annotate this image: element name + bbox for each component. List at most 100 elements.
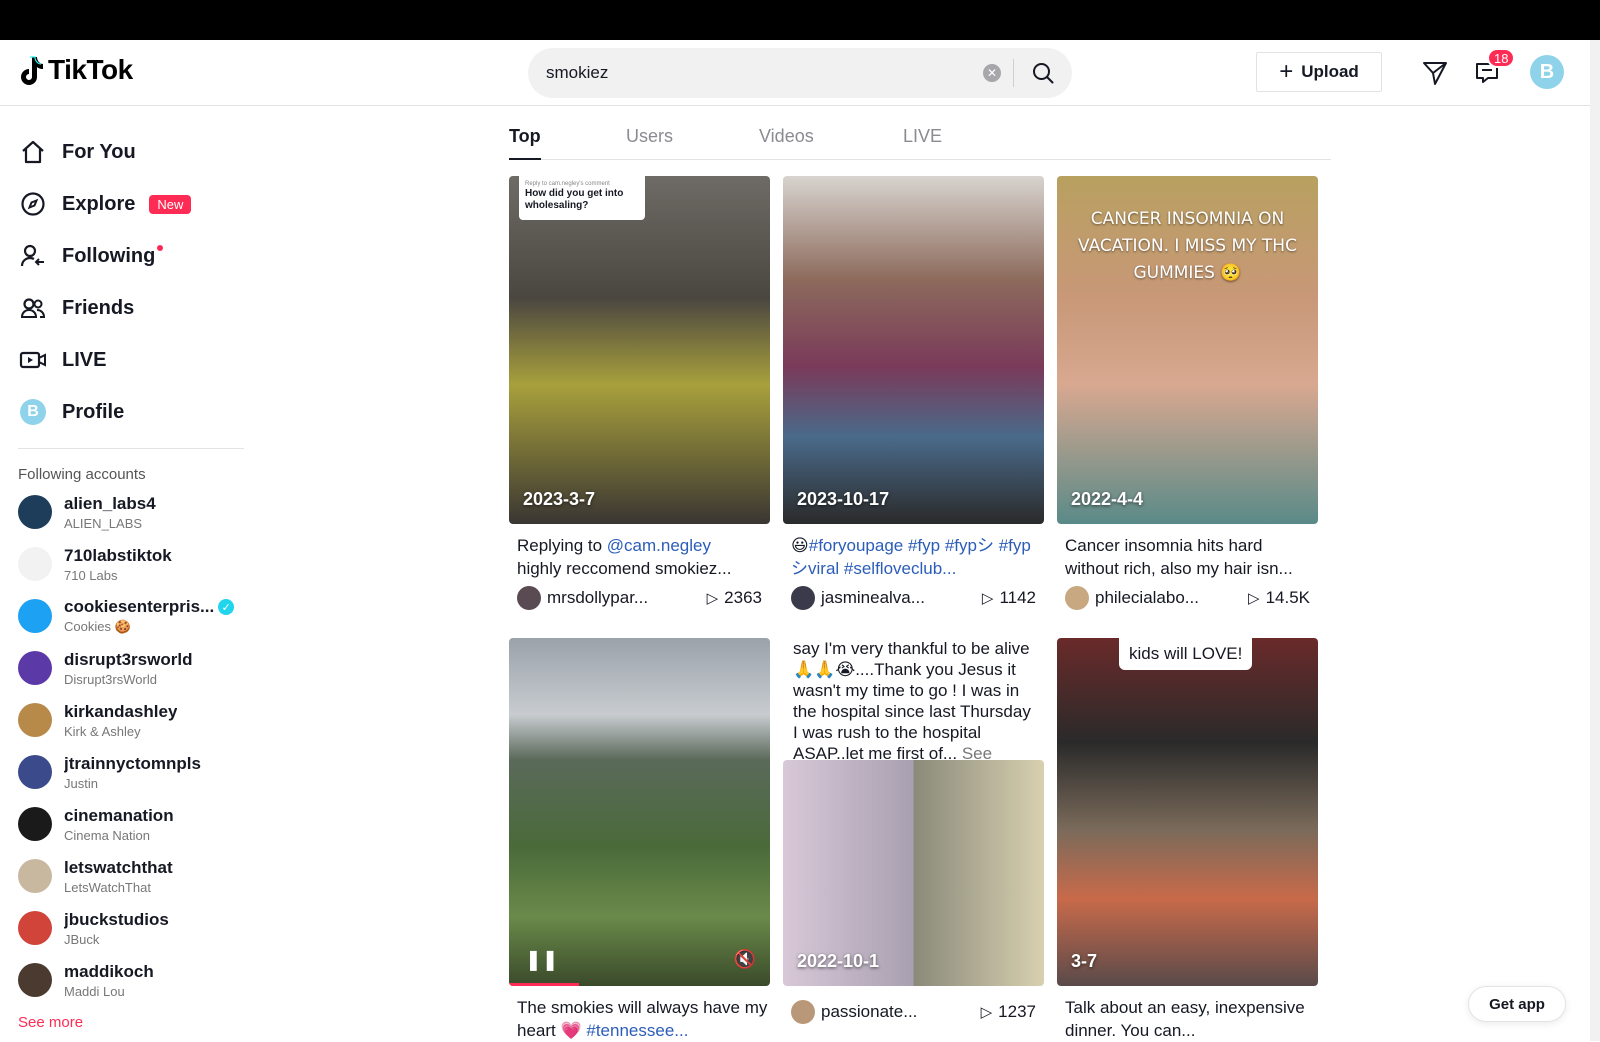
- video-thumbnail[interactable]: 2022-10-1: [783, 760, 1044, 986]
- see-more-link[interactable]: See more: [18, 1014, 83, 1031]
- account-name: kirkandashley: [64, 701, 178, 721]
- caption-mention[interactable]: @cam.negley: [607, 536, 711, 555]
- video-card[interactable]: ❚❚ 🔇 The smokies will always have my hea…: [509, 638, 770, 1042]
- photo-post-text[interactable]: say I'm very thankful to be alive 🙏🙏😭...…: [783, 638, 1044, 760]
- video-thumbnail[interactable]: Reply to cam.negley's comment How did yo…: [509, 176, 770, 524]
- account-sub: Cookies 🍪: [64, 619, 131, 634]
- account-avatar: [18, 807, 52, 841]
- video-card[interactable]: CANCER INSOMNIA ON VACATION. I MISS MY T…: [1057, 176, 1318, 610]
- search-input[interactable]: smokiez: [528, 63, 983, 83]
- video-progress-bar[interactable]: [509, 983, 579, 986]
- video-card[interactable]: kids will LOVE! 3-7 Talk about an easy, …: [1057, 638, 1318, 1042]
- nav-explore[interactable]: Explore New: [18, 184, 192, 224]
- account-sub: 710 Labs: [64, 567, 118, 583]
- account-sub: LetsWatchThat: [64, 879, 151, 895]
- logo-text: TikTok: [48, 54, 133, 85]
- video-caption[interactable]: The smokies will always have my heart 💗 …: [509, 996, 770, 1042]
- account-avatar: [18, 755, 52, 789]
- view-count: 1237: [998, 1002, 1036, 1021]
- account-avatar: [18, 599, 52, 633]
- video-card[interactable]: 2023-10-17 😃#foryoupage #fyp #fypシ #fypシ…: [783, 176, 1044, 610]
- video-thumbnail[interactable]: ❚❚ 🔇: [509, 638, 770, 986]
- author-avatar[interactable]: [791, 586, 815, 610]
- video-caption[interactable]: Replying to @cam.negley highly reccomend…: [509, 534, 770, 580]
- search-button[interactable]: [1014, 48, 1072, 98]
- reply-comment-bubble: Reply to cam.negley's comment How did yo…: [519, 176, 645, 220]
- account-name: maddikoch: [64, 961, 154, 981]
- page-scrollbar[interactable]: [1590, 40, 1600, 1041]
- upload-button[interactable]: + Upload: [1256, 52, 1382, 92]
- account-item[interactable]: 710labstiktok 710 Labs: [18, 542, 258, 586]
- clear-icon[interactable]: ✕: [983, 64, 1001, 82]
- account-sub: Justin: [64, 775, 98, 791]
- nav-live[interactable]: LIVE: [18, 340, 106, 380]
- account-item[interactable]: disrupt3rsworld Disrupt3rsWorld: [18, 646, 258, 690]
- video-thumbnail[interactable]: CANCER INSOMNIA ON VACATION. I MISS MY T…: [1057, 176, 1318, 524]
- tab-users[interactable]: Users: [626, 126, 673, 147]
- author-avatar[interactable]: [791, 1000, 815, 1024]
- nav-profile[interactable]: B Profile: [18, 392, 124, 432]
- account-avatar: [18, 911, 52, 945]
- tiktok-note-icon: [21, 56, 43, 85]
- search-bar[interactable]: smokiez ✕: [528, 48, 1072, 98]
- pause-icon[interactable]: ❚❚: [525, 947, 559, 972]
- send-icon[interactable]: [1420, 58, 1450, 88]
- user-avatar[interactable]: B: [1530, 55, 1564, 89]
- account-sub: JBuck: [64, 931, 100, 947]
- account-avatar: [18, 547, 52, 581]
- video-date: 2023-10-17: [797, 489, 890, 509]
- view-count: 14.5K: [1265, 588, 1310, 607]
- nav-for-you[interactable]: For You: [18, 132, 136, 172]
- nav-label: Following: [62, 244, 156, 267]
- account-item[interactable]: maddikoch Maddi Lou: [18, 958, 258, 1002]
- sidebar: For You Explore New Following Friends LI…: [0, 106, 250, 1041]
- profile-avatar: B: [20, 399, 46, 425]
- get-app-button[interactable]: Get app: [1468, 986, 1566, 1022]
- video-date: 3-7: [1071, 951, 1098, 971]
- device-top-bar: [0, 0, 1600, 40]
- view-count: 1142: [999, 588, 1036, 607]
- video-date: 2022-10-1: [797, 951, 880, 971]
- post-text: say I'm very thankful to be alive 🙏🙏😭...…: [793, 639, 1031, 760]
- video-date: 2022-4-4: [1071, 489, 1144, 509]
- account-item[interactable]: kirkandashley Kirk & Ashley: [18, 698, 258, 742]
- tab-live[interactable]: LIVE: [903, 126, 942, 147]
- video-thumbnail[interactable]: kids will LOVE! 3-7: [1057, 638, 1318, 986]
- compass-icon: [18, 189, 48, 219]
- account-item[interactable]: cinemanation Cinema Nation: [18, 802, 258, 846]
- tab-videos[interactable]: Videos: [759, 126, 814, 147]
- following-accounts-title: Following accounts: [18, 466, 146, 483]
- author-name[interactable]: jasminealva...: [821, 588, 925, 608]
- account-item[interactable]: jtrainnyctomnpls Justin: [18, 750, 258, 794]
- video-caption[interactable]: 😃#foryoupage #fyp #fypシ #fypシviral #self…: [783, 534, 1044, 580]
- tiktok-logo[interactable]: TikTok: [18, 54, 133, 86]
- author-name[interactable]: philecialabo...: [1095, 588, 1199, 608]
- video-card[interactable]: say I'm very thankful to be alive 🙏🙏😭...…: [783, 638, 1044, 1024]
- nav-label: LIVE: [62, 348, 107, 371]
- author-name[interactable]: passionate...: [821, 1002, 917, 1022]
- caption-hashtags[interactable]: #foryoupage #fyp #fypシ #fypシviral #selfl…: [791, 536, 1031, 578]
- tab-top[interactable]: Top: [509, 126, 541, 147]
- account-item[interactable]: alien_labs4 ALIEN_LABS: [18, 490, 258, 534]
- profile-avatar-icon: B: [18, 397, 48, 427]
- caption-emoji: 😃: [791, 536, 809, 555]
- nav-friends[interactable]: Friends: [18, 288, 134, 328]
- account-item[interactable]: cookiesenterpris... ✓ Cookies 🍪: [18, 594, 258, 638]
- video-thumbnail[interactable]: 2023-10-17: [783, 176, 1044, 524]
- video-caption[interactable]: Talk about an easy, inexpensive dinner. …: [1057, 996, 1318, 1042]
- account-item[interactable]: jbuckstudios JBuck: [18, 906, 258, 950]
- video-caption[interactable]: Cancer insomnia hits hard without rich, …: [1057, 534, 1318, 580]
- video-card[interactable]: Reply to cam.negley's comment How did yo…: [509, 176, 770, 610]
- author-avatar[interactable]: [517, 586, 541, 610]
- caption-text: highly reccomend smokiez...: [517, 559, 732, 578]
- plus-icon: +: [1279, 58, 1294, 85]
- account-name: alien_labs4: [64, 493, 156, 513]
- author-avatar[interactable]: [1065, 586, 1089, 610]
- nav-following[interactable]: Following: [18, 236, 164, 276]
- mute-icon[interactable]: 🔇: [734, 949, 756, 970]
- new-badge: New: [149, 194, 192, 214]
- author-name[interactable]: mrsdollypar...: [547, 588, 648, 608]
- header: TikTok smokiez ✕ + Upload 18 B: [0, 40, 1590, 106]
- caption-hashtag[interactable]: #tennessee...: [586, 1021, 688, 1040]
- account-item[interactable]: letswatchthat LetsWatchThat: [18, 854, 258, 898]
